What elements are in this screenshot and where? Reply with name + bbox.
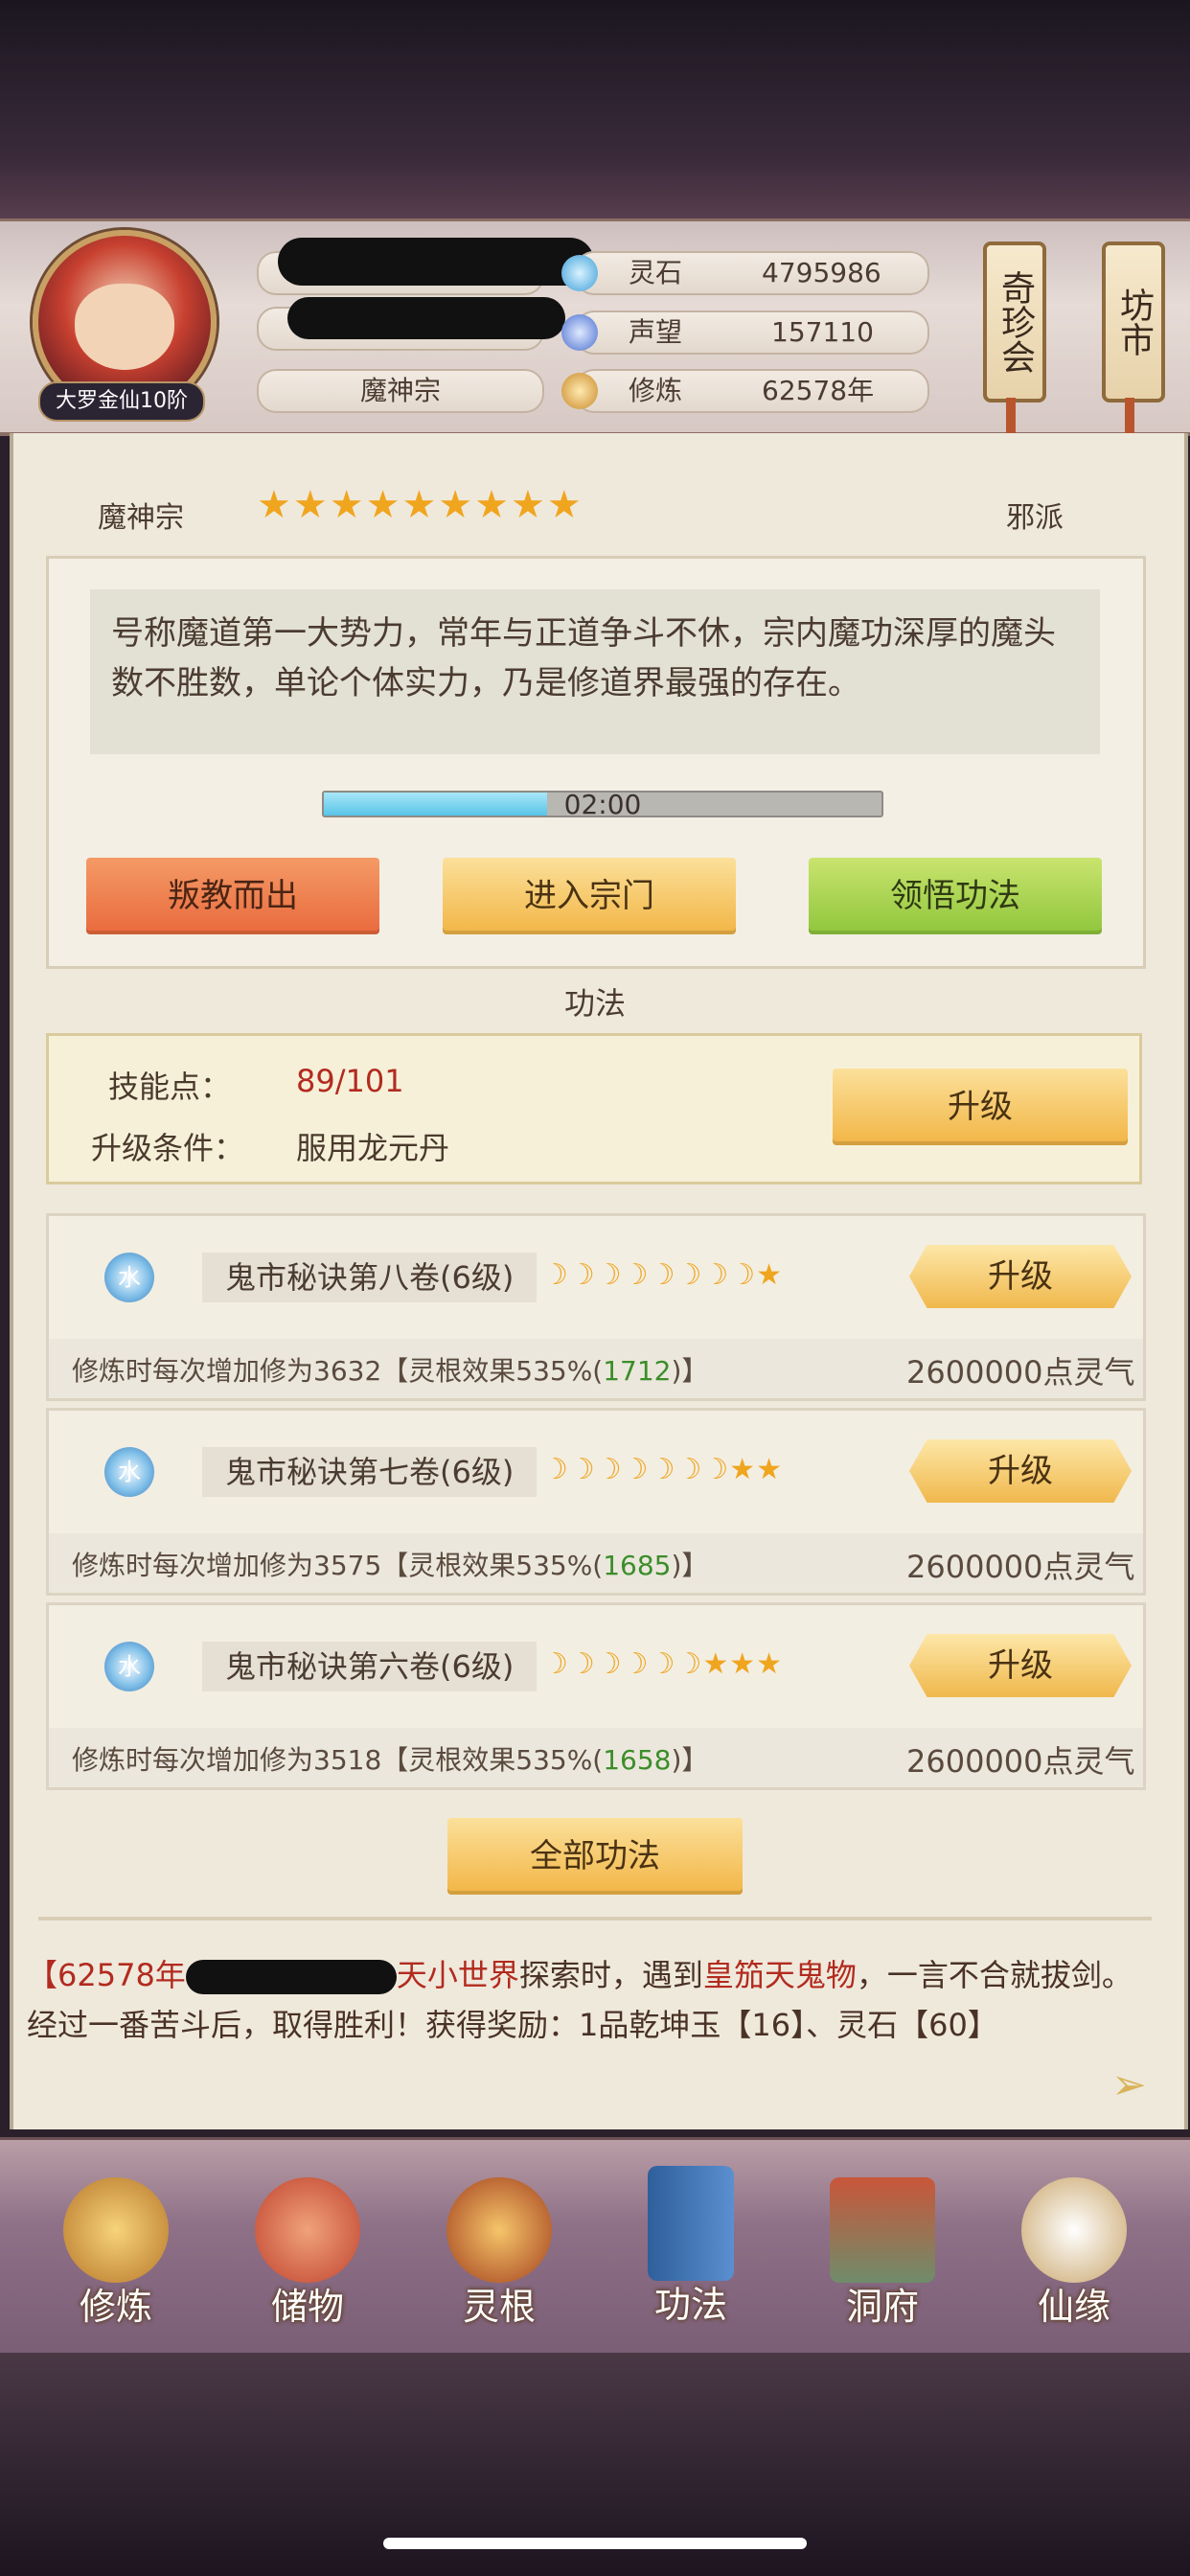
- pavilion-icon: [830, 2177, 935, 2283]
- nav-gongfa[interactable]: 功法: [609, 2156, 772, 2338]
- gongfa-rank-icons: ☽☽☽☽☽☽★★★: [542, 1647, 784, 1681]
- nav-label: 功法: [653, 2284, 727, 2326]
- upgrade-condition-value: 服用龙元丹: [296, 1130, 450, 1166]
- reputation-icon: [561, 314, 598, 351]
- player-sect-pill: 魔神宗: [257, 369, 544, 413]
- spirit-stone-icon: [561, 255, 598, 291]
- gongfa-effect-text: 修炼时每次增加修为3575【灵根效果535%(1685)】: [72, 1550, 709, 1581]
- adventure-log: 【62578年 天小世界探索时，遇到皇笳天鬼物，一言不合就拔剑。经过一番苦斗后，取…: [27, 1957, 1133, 2043]
- treasure-auction-button[interactable]: 奇珍会: [983, 242, 1046, 402]
- gongfa-cost: 2600000点灵气: [906, 1354, 1135, 1391]
- water-element-icon: 水: [104, 1642, 154, 1691]
- cultivation-stat: 修炼 62578年: [561, 369, 929, 413]
- nav-cave[interactable]: 洞府: [801, 2168, 964, 2350]
- redaction-mark: [287, 297, 565, 339]
- home-indicator[interactable]: [383, 2538, 807, 2549]
- gongfa-name: 鬼市秘诀第六卷(6级): [202, 1642, 538, 1691]
- nav-label: 灵根: [462, 2286, 536, 2328]
- gongfa-upgrade-button[interactable]: 升级: [909, 1245, 1132, 1308]
- cooldown-progress-bar: 02:00: [322, 789, 883, 820]
- spirit-stone-stat: 灵石 4795986: [561, 251, 929, 295]
- gongfa-cost: 2600000点灵气: [906, 1549, 1135, 1585]
- nav-label: 洞府: [845, 2286, 919, 2328]
- skill-points-card: 技能点： 89/101 升级条件： 服用龙元丹 升级: [46, 1033, 1142, 1184]
- water-element-icon: 水: [104, 1447, 154, 1497]
- gongfa-cost: 2600000点灵气: [906, 1743, 1135, 1780]
- gongfa-detail-row: 修炼时每次增加修为3575【灵根效果535%(1685)】 2600000点灵气: [49, 1533, 1143, 1593]
- stat-value: 4795986: [762, 257, 881, 288]
- gongfa-item: 水 鬼市秘诀第八卷(6级) ☽☽☽☽☽☽☽☽★ 升级 修炼时每次增加修为3632…: [46, 1213, 1146, 1401]
- sect-alignment-label: 邪派: [1006, 501, 1064, 535]
- skill-upgrade-button[interactable]: 升级: [833, 1069, 1128, 1145]
- stat-value: 62578年: [762, 375, 875, 406]
- redaction-mark: [278, 238, 594, 286]
- nav-label: 仙缘: [1037, 2286, 1110, 2328]
- sect-star-rating: ★★★★★★★★★: [257, 483, 584, 527]
- enter-sect-button[interactable]: 进入宗门: [443, 858, 736, 934]
- gongfa-name: 鬼市秘诀第八卷(6级): [202, 1253, 538, 1302]
- gongfa-upgrade-button[interactable]: 升级: [909, 1634, 1132, 1697]
- water-element-icon: 水: [104, 1253, 154, 1302]
- log-next-arrow-icon[interactable]: ➢: [1111, 2060, 1147, 2109]
- nav-label: 储物: [270, 2286, 344, 2328]
- reputation-stat: 声望 157110: [561, 310, 929, 355]
- nav-spirit-root[interactable]: 灵根: [418, 2168, 581, 2350]
- book-icon: [648, 2166, 734, 2281]
- gongfa-section-title: 功法: [563, 985, 626, 1022]
- stat-value: 157110: [771, 316, 874, 348]
- yin-yang-icon: [1021, 2177, 1127, 2283]
- gongfa-detail-row: 修炼时每次增加修为3632【灵根效果535%(1712)】 2600000点灵气: [49, 1339, 1143, 1398]
- cultivation-icon: [561, 373, 598, 409]
- divider: [38, 1917, 1152, 1920]
- market-button[interactable]: 坊市: [1102, 242, 1165, 402]
- skill-points-value: 89/101: [296, 1063, 404, 1099]
- sect-description: 号称魔道第一大势力，常年与正道争斗不休，宗内魔功深厚的魔头数不胜数，单论个体实力…: [90, 589, 1100, 754]
- gongfa-rank-icons: ☽☽☽☽☽☽☽★★: [542, 1453, 784, 1486]
- nav-cultivate[interactable]: 修炼: [34, 2168, 197, 2350]
- stat-label: 声望: [629, 316, 683, 348]
- cooldown-timer-text: 02:00: [563, 789, 642, 820]
- nav-label: 修炼: [79, 2286, 152, 2328]
- skill-points-label: 技能点：: [108, 1069, 232, 1105]
- avatar-face: [75, 284, 174, 370]
- gongfa-item: 水 鬼市秘诀第七卷(6级) ☽☽☽☽☽☽☽★★ 升级 修炼时每次增加修为3575…: [46, 1408, 1146, 1596]
- gongfa-item: 水 鬼市秘诀第六卷(6级) ☽☽☽☽☽☽★★★ 升级 修炼时每次增加修为3518…: [46, 1602, 1146, 1790]
- gongfa-upgrade-button[interactable]: 升级: [909, 1439, 1132, 1503]
- spirit-root-icon: [446, 2177, 552, 2283]
- gongfa-effect-text: 修炼时每次增加修为3632【灵根效果535%(1712)】: [72, 1355, 709, 1387]
- nav-fate[interactable]: 仙缘: [993, 2168, 1156, 2350]
- monk-icon: [63, 2177, 169, 2283]
- bag-icon: [255, 2177, 360, 2283]
- gongfa-name: 鬼市秘诀第七卷(6级): [202, 1447, 538, 1497]
- all-gongfa-button[interactable]: 全部功法: [447, 1818, 743, 1895]
- sect-name-label: 魔神宗: [98, 501, 184, 535]
- leave-sect-button[interactable]: 叛教而出: [86, 858, 379, 934]
- redaction-mark: [185, 1960, 397, 1994]
- upgrade-condition-label: 升级条件：: [91, 1130, 245, 1166]
- nav-storage[interactable]: 储物: [226, 2168, 389, 2350]
- stat-label: 修炼: [629, 375, 683, 406]
- gongfa-effect-text: 修炼时每次增加修为3518【灵根效果535%(1658)】: [72, 1744, 709, 1776]
- gongfa-rank-icons: ☽☽☽☽☽☽☽☽★: [542, 1258, 784, 1292]
- stat-label: 灵石: [629, 257, 683, 288]
- comprehend-gongfa-button[interactable]: 领悟功法: [809, 858, 1102, 934]
- gongfa-detail-row: 修炼时每次增加修为3518【灵根效果535%(1658)】 2600000点灵气: [49, 1728, 1143, 1787]
- rank-badge: 大罗金仙10阶: [38, 381, 205, 422]
- top-background: [0, 0, 1190, 225]
